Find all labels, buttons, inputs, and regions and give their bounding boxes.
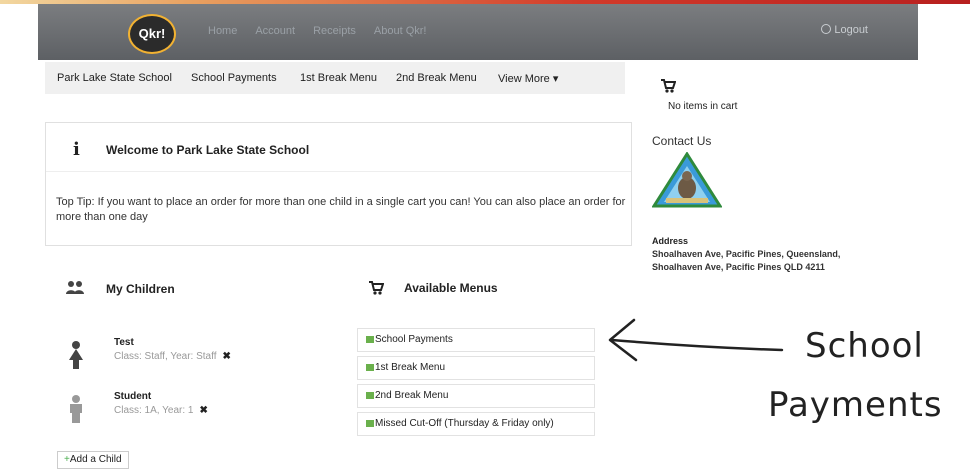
contact-title: Contact Us (652, 134, 712, 148)
menu-label: 2nd Break Menu (375, 390, 449, 401)
school-crest-image (652, 152, 722, 208)
top-navigation-bar: Qkr! Home Account Receipts About Qkr! Lo… (38, 4, 918, 60)
qkr-logo[interactable]: Qkr! (128, 14, 176, 54)
my-children-title: My Children (106, 282, 175, 296)
divider (46, 171, 631, 172)
person-icon (66, 340, 86, 376)
children-icon (66, 280, 84, 301)
menu-item-school-payments[interactable]: School Payments (357, 328, 595, 352)
menu-square-icon (366, 364, 374, 371)
menu-label: 1st Break Menu (375, 362, 446, 373)
menu-item-2nd-break[interactable]: 2nd Break Menu (357, 384, 595, 408)
menu-square-icon (366, 420, 374, 427)
menu-item-1st-break[interactable]: 1st Break Menu (357, 356, 595, 380)
subnav-2nd-break[interactable]: 2nd Break Menu (396, 72, 477, 84)
add-child-button[interactable]: +Add a Child (57, 451, 129, 469)
annotation-text-line2: Payments (768, 385, 943, 425)
subnav-view-more[interactable]: View More ▾ (498, 72, 558, 85)
cart-status: No items in cart (668, 101, 738, 112)
child-detail: Class: Staff, Year: Staff (114, 351, 217, 362)
menu-square-icon (366, 392, 374, 399)
close-icon[interactable]: ✖ (222, 351, 230, 362)
logout-link[interactable]: Logout (821, 24, 868, 36)
available-menus-title: Available Menus (404, 281, 498, 295)
annotation-text-line1: School (805, 326, 924, 366)
logout-label: Logout (834, 24, 868, 36)
cart-icon (660, 79, 677, 98)
address-line-2: Shoalhaven Ave, Pacific Pines QLD 4211 (652, 262, 825, 272)
welcome-panel: i Welcome to Park Lake State School Top … (45, 122, 632, 246)
child-name: Student (114, 391, 152, 402)
nav-home[interactable]: Home (208, 25, 237, 37)
child-detail-row: Class: Staff, Year: Staff ✖ (114, 351, 231, 362)
subnav-school-payments[interactable]: School Payments (191, 72, 277, 84)
menu-item-missed-cutoff[interactable]: Missed Cut-Off (Thursday & Friday only) (357, 412, 595, 436)
nav-account[interactable]: Account (255, 25, 295, 37)
child-detail-row: Class: 1A, Year: 1 ✖ (114, 405, 208, 416)
nav-about[interactable]: About Qkr! (374, 25, 427, 37)
menu-square-icon (366, 336, 374, 343)
subnav-school[interactable]: Park Lake State School (57, 72, 172, 84)
add-child-label: Add a Child (69, 454, 122, 465)
address-line-1: Shoalhaven Ave, Pacific Pines, Queenslan… (652, 249, 841, 259)
info-icon: i (73, 139, 80, 160)
nav-receipts[interactable]: Receipts (313, 25, 356, 37)
address-label: Address (652, 236, 689, 246)
annotation-arrow (608, 318, 784, 362)
subnav-1st-break[interactable]: 1st Break Menu (300, 72, 377, 84)
child-name: Test (114, 337, 134, 348)
cart-button[interactable] (660, 78, 677, 99)
menu-label: School Payments (375, 334, 453, 345)
top-tip-text: Top Tip: If you want to place an order f… (56, 196, 626, 223)
child-detail: Class: 1A, Year: 1 (114, 405, 194, 416)
person-icon (68, 394, 84, 430)
top-nav: Home Account Receipts About Qkr! (208, 25, 426, 37)
menu-label: Missed Cut-Off (Thursday & Friday only) (375, 418, 554, 429)
welcome-title: Welcome to Park Lake State School (106, 143, 310, 157)
logout-icon (821, 24, 832, 34)
menus-cart-icon (368, 280, 385, 301)
close-icon[interactable]: ✖ (200, 405, 208, 416)
